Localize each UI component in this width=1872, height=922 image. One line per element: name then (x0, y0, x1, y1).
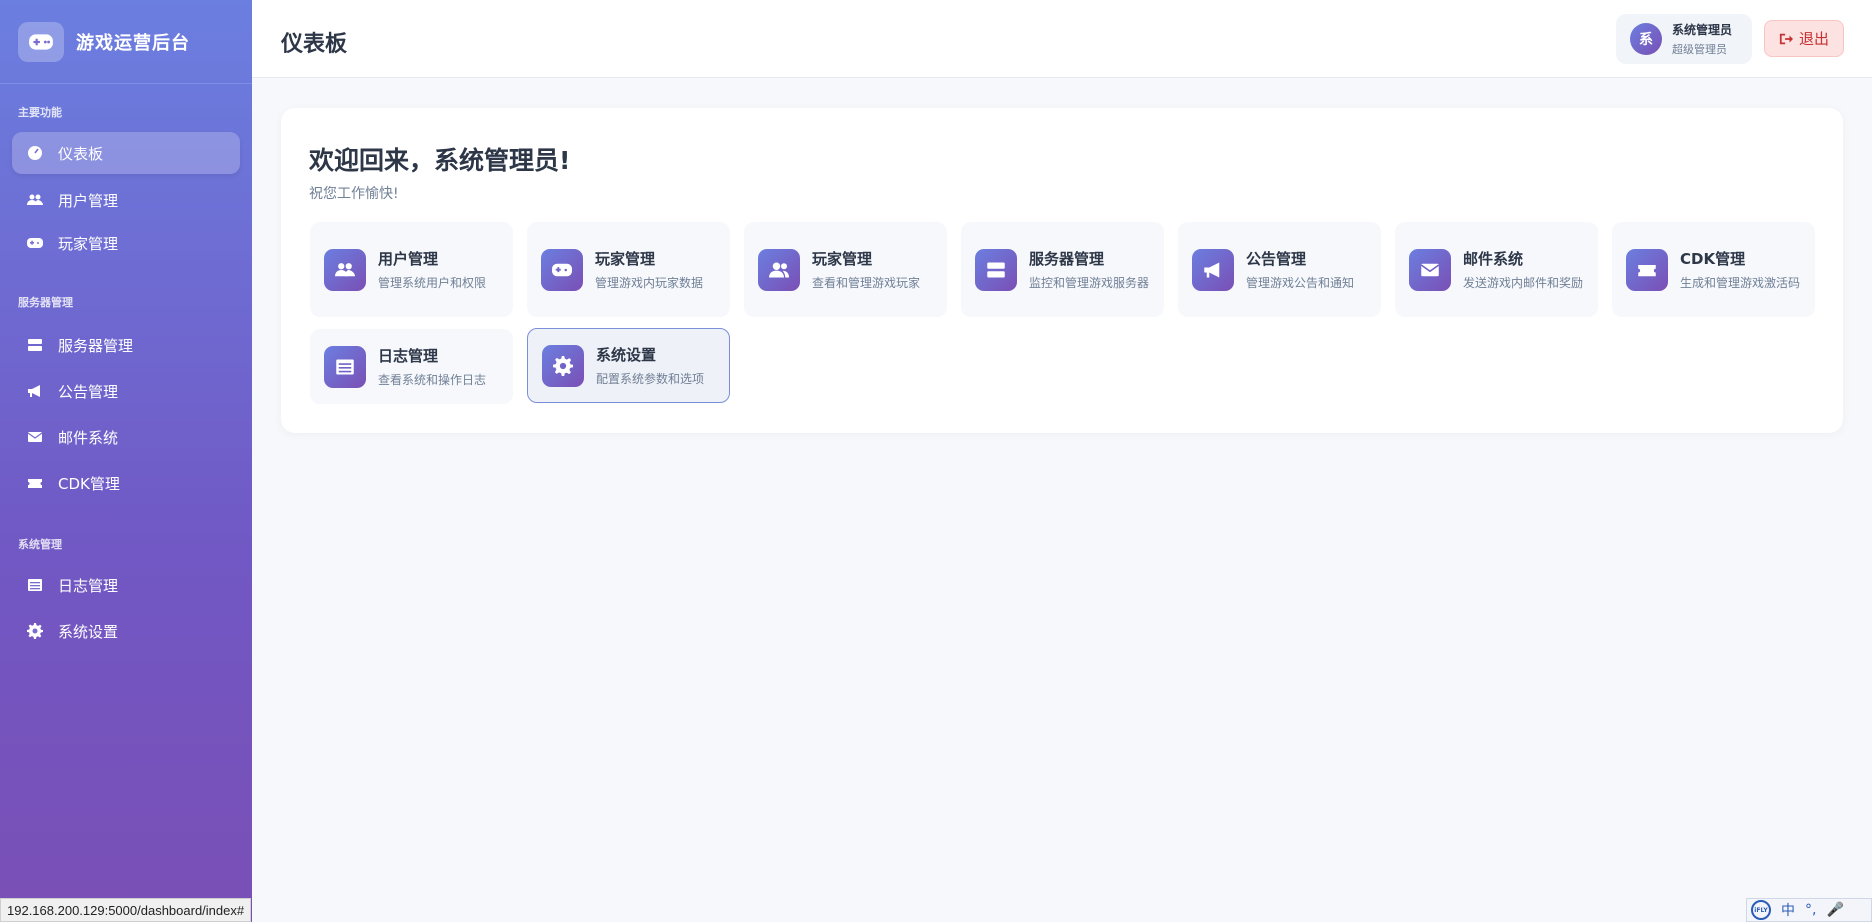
users-icon (26, 191, 44, 209)
tile-title: CDK管理 (1680, 249, 1746, 268)
gamepad-icon (26, 234, 44, 252)
tile-desc: 管理系统用户和权限 (378, 275, 487, 290)
ime-toolbar[interactable]: iFLY 中 °, 🎤 (1746, 898, 1872, 922)
tile-title: 服务器管理 (1029, 249, 1105, 268)
gear-icon (26, 622, 44, 640)
logout-button[interactable]: 退出 (1764, 20, 1844, 57)
sidebar-item-label: 服务器管理 (58, 336, 134, 355)
gamepad-icon (541, 248, 583, 291)
punctuation-icon[interactable]: °, (1805, 902, 1816, 918)
tile-desc: 发送游戏内邮件和奖励 (1463, 275, 1584, 290)
section-title-server: 服务器管理 (18, 296, 73, 309)
brand-title: 游戏运营后台 (76, 32, 190, 54)
list-icon (26, 576, 44, 594)
gamepad-logo-icon (18, 21, 64, 62)
page-title: 仪表板 (281, 32, 348, 57)
tile-title: 公告管理 (1246, 249, 1307, 268)
tile-desc: 监控和管理游戏服务器 (1029, 275, 1150, 290)
sidebar-item-label: 公告管理 (58, 382, 119, 401)
sidebar-item-servers[interactable]: 服务器管理 (12, 324, 240, 366)
tile-desc: 管理游戏内玩家数据 (595, 275, 704, 290)
list-icon (324, 345, 366, 388)
tile-desc: 生成和管理游戏激活码 (1680, 275, 1801, 290)
user-role: 超级管理员 (1672, 43, 1727, 56)
top-header: 仪表板 系 系统管理员 超级管理员 退出 (252, 0, 1872, 78)
sidebar-item-label: 系统设置 (58, 622, 119, 641)
gear-icon (542, 344, 584, 387)
users-icon (324, 248, 366, 291)
tile-title: 日志管理 (378, 346, 439, 365)
tile-system-settings[interactable]: 系统设置配置系统参数和选项 (527, 328, 730, 403)
welcome-title: 欢迎回来，系统管理员! (309, 146, 571, 175)
tile-mail-system[interactable]: 邮件系统发送游戏内邮件和奖励 (1395, 222, 1598, 317)
sidebar-item-dashboard[interactable]: 仪表板 (12, 132, 240, 174)
sidebar-item-label: 用户管理 (58, 191, 119, 210)
sidebar-item-announcements[interactable]: 公告管理 (12, 370, 240, 412)
tile-desc: 查看和管理游戏玩家 (812, 275, 921, 290)
ime-language-toggle[interactable]: 中 (1781, 900, 1795, 920)
envelope-icon (1409, 248, 1451, 291)
logout-label: 退出 (1798, 30, 1829, 48)
megaphone-icon (1192, 248, 1234, 291)
megaphone-icon (26, 382, 44, 400)
tile-title: 系统设置 (596, 345, 657, 364)
tile-title: 玩家管理 (595, 249, 656, 268)
sidebar-item-logs[interactable]: 日志管理 (12, 564, 240, 606)
tile-desc: 查看系统和操作日志 (378, 372, 487, 387)
section-title-system: 系统管理 (18, 538, 62, 551)
tile-desc: 配置系统参数和选项 (596, 371, 705, 386)
sign-out-icon (1779, 33, 1793, 44)
user-name: 系统管理员 (1672, 23, 1733, 37)
tile-title: 用户管理 (378, 249, 439, 268)
dashboard-icon (26, 144, 44, 162)
tile-player-management[interactable]: 玩家管理管理游戏内玩家数据 (527, 222, 730, 317)
tile-title: 玩家管理 (812, 249, 873, 268)
avatar: 系 (1630, 23, 1662, 55)
sidebar-item-settings[interactable]: 系统设置 (12, 610, 240, 652)
sidebar-item-label: 日志管理 (58, 576, 119, 595)
sidebar-item-users[interactable]: 用户管理 (12, 179, 240, 221)
sidebar-item-players[interactable]: 玩家管理 (12, 222, 240, 264)
ticket-icon (26, 474, 44, 492)
brand: 游戏运营后台 (0, 0, 252, 84)
envelope-icon (26, 428, 44, 446)
user-group-icon (758, 248, 800, 291)
status-bar-url: 192.168.200.129:5000/dashboard/index# (0, 898, 252, 922)
tile-log-management[interactable]: 日志管理查看系统和操作日志 (310, 329, 513, 404)
sidebar-item-label: 玩家管理 (58, 234, 119, 253)
sidebar-item-label: CDK管理 (58, 474, 120, 493)
ticket-icon (1626, 248, 1668, 291)
microphone-icon[interactable]: 🎤 (1826, 902, 1843, 918)
sidebar: 游戏运营后台 主要功能 仪表板 用户管理 玩家管理 服务器管理 服务器管理 公告… (0, 0, 252, 922)
sidebar-item-mail[interactable]: 邮件系统 (12, 416, 240, 458)
server-icon (975, 248, 1017, 291)
welcome-subtitle: 祝您工作愉快! (309, 186, 399, 202)
tile-desc: 管理游戏公告和通知 (1246, 275, 1355, 290)
user-info[interactable]: 系 系统管理员 超级管理员 (1616, 14, 1752, 64)
tile-cdk-management[interactable]: CDK管理生成和管理游戏激活码 (1612, 222, 1815, 317)
tile-server-management[interactable]: 服务器管理监控和管理游戏服务器 (961, 222, 1164, 317)
tile-user-management[interactable]: 用户管理管理系统用户和权限 (310, 222, 513, 317)
section-title-main: 主要功能 (18, 106, 62, 119)
sidebar-item-label: 邮件系统 (58, 428, 119, 447)
ifly-logo-icon: iFLY (1751, 900, 1771, 920)
tile-announcement-management[interactable]: 公告管理管理游戏公告和通知 (1178, 222, 1381, 317)
sidebar-item-label: 仪表板 (58, 144, 104, 163)
tile-title: 邮件系统 (1463, 249, 1524, 268)
tile-player-view[interactable]: 玩家管理查看和管理游戏玩家 (744, 222, 947, 317)
server-icon (26, 336, 44, 354)
welcome-card: 欢迎回来，系统管理员! 祝您工作愉快! 用户管理管理系统用户和权限 玩家管理管理… (281, 108, 1843, 433)
sidebar-item-cdk[interactable]: CDK管理 (12, 462, 240, 504)
